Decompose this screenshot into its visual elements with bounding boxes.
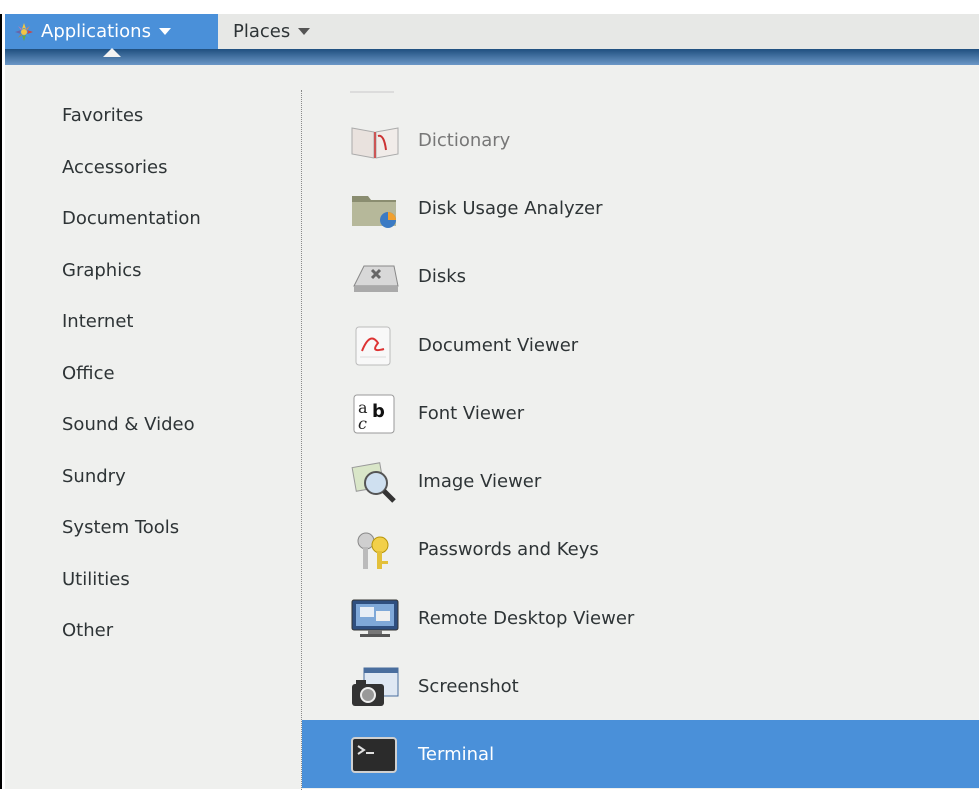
category-internet[interactable]: Internet bbox=[62, 311, 133, 332]
app-label: Remote Desktop Viewer bbox=[418, 607, 635, 629]
applications-menu: Favorites Accessories Documentation Grap… bbox=[5, 65, 979, 790]
app-label: Image Viewer bbox=[418, 470, 542, 492]
applications-menu-button[interactable]: Applications bbox=[5, 14, 218, 49]
app-item-screenshot[interactable]: Screenshot bbox=[302, 652, 979, 720]
top-panel: Applications Places bbox=[5, 14, 979, 50]
category-documentation[interactable]: Documentation bbox=[62, 208, 201, 229]
category-sound-video[interactable]: Sound & Video bbox=[62, 414, 195, 435]
app-label: Dictionary bbox=[418, 129, 511, 151]
app-list: Dictionary Disk Usage Analyzer Disks Doc… bbox=[302, 65, 979, 789]
svg-text:b: b bbox=[372, 401, 385, 422]
category-office[interactable]: Office bbox=[62, 363, 115, 384]
app-item-image-viewer[interactable]: Image Viewer bbox=[302, 447, 979, 515]
remote-desktop-viewer-icon bbox=[350, 598, 400, 640]
app-item-disk-usage-analyzer[interactable]: Disk Usage Analyzer bbox=[302, 174, 979, 242]
screenshot-border bbox=[0, 0, 2, 789]
category-utilities[interactable]: Utilities bbox=[62, 569, 130, 590]
app-item-terminal[interactable]: Terminal bbox=[302, 720, 979, 788]
app-item-dictionary[interactable]: Dictionary bbox=[302, 106, 979, 174]
applications-label: Applications bbox=[41, 21, 151, 42]
app-item-font-viewer[interactable]: a b c Font Viewer bbox=[302, 379, 979, 447]
disks-icon bbox=[350, 256, 400, 298]
category-other[interactable]: Other bbox=[62, 620, 113, 641]
category-accessories[interactable]: Accessories bbox=[62, 157, 168, 178]
image-viewer-icon bbox=[350, 461, 400, 503]
app-label: Passwords and Keys bbox=[418, 538, 599, 560]
scroll-fade bbox=[350, 91, 394, 93]
document-viewer-icon bbox=[350, 325, 400, 367]
app-label: Font Viewer bbox=[418, 402, 525, 424]
passwords-and-keys-icon bbox=[350, 529, 400, 571]
menu-pointer bbox=[103, 48, 121, 57]
category-list: Favorites Accessories Documentation Grap… bbox=[5, 65, 301, 789]
chevron-down-icon bbox=[298, 28, 311, 35]
app-item-document-viewer[interactable]: Document Viewer bbox=[302, 311, 979, 379]
app-label: Screenshot bbox=[418, 675, 519, 697]
app-item-passwords-and-keys[interactable]: Passwords and Keys bbox=[302, 515, 979, 583]
disk-usage-analyzer-icon bbox=[350, 188, 400, 230]
menu-header-strip bbox=[5, 48, 979, 65]
places-menu-button[interactable]: Places bbox=[233, 14, 311, 49]
terminal-icon bbox=[350, 734, 400, 776]
app-item-disks[interactable]: Disks bbox=[302, 242, 979, 310]
font-viewer-icon: a b c bbox=[350, 393, 400, 435]
dictionary-icon bbox=[350, 120, 400, 162]
screenshot-icon bbox=[350, 666, 400, 708]
svg-text:c: c bbox=[358, 414, 367, 433]
category-graphics[interactable]: Graphics bbox=[62, 260, 142, 281]
chevron-down-icon bbox=[158, 28, 171, 35]
app-label: Disk Usage Analyzer bbox=[418, 197, 603, 219]
applications-logo-icon bbox=[15, 22, 33, 41]
category-favorites[interactable]: Favorites bbox=[62, 105, 143, 126]
app-label: Terminal bbox=[418, 743, 495, 765]
cropped-caption bbox=[0, 0, 979, 14]
category-system-tools[interactable]: System Tools bbox=[62, 517, 179, 538]
app-item-remote-desktop-viewer[interactable]: Remote Desktop Viewer bbox=[302, 584, 979, 652]
app-label: Document Viewer bbox=[418, 334, 579, 356]
app-label: Disks bbox=[418, 265, 467, 287]
places-label: Places bbox=[233, 21, 291, 42]
category-sundry[interactable]: Sundry bbox=[62, 466, 126, 487]
